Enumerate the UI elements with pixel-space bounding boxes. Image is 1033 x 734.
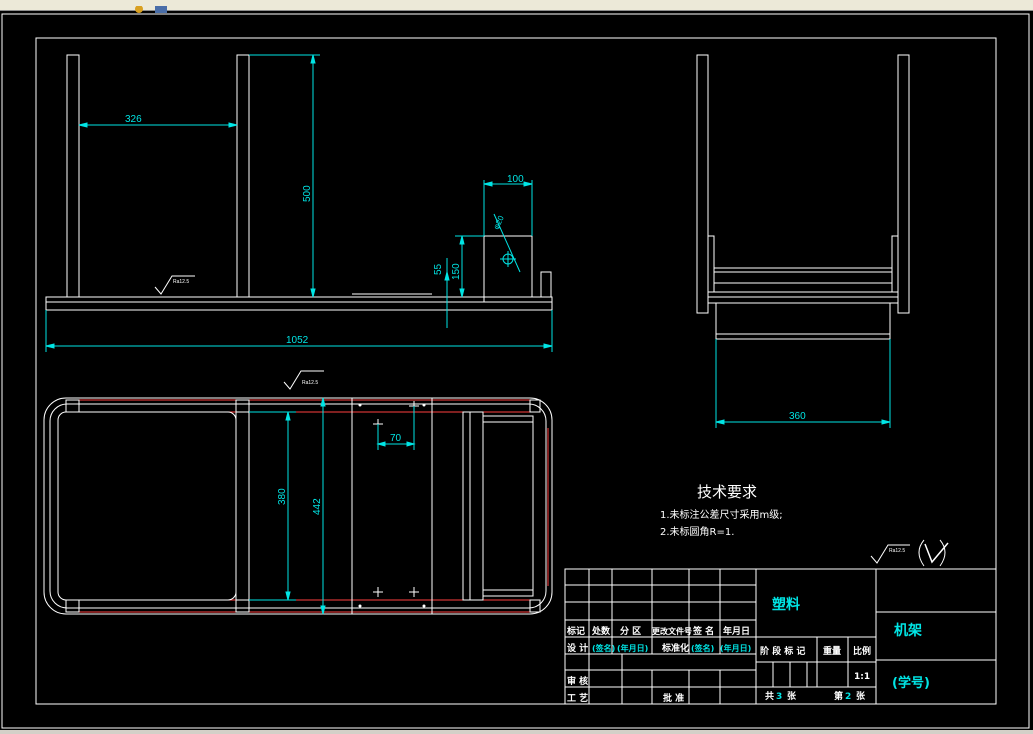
cell-pizhun: 批 准: [663, 692, 684, 704]
cell-scale: 1:1: [854, 672, 870, 682]
tech-line-1: 1.未标注公差尺寸采用m级;: [660, 508, 783, 521]
dim-326: 326: [125, 114, 142, 125]
cell-di: 第: [834, 690, 843, 702]
side-view: [696, 54, 910, 340]
toolbar-icon[interactable]: [130, 0, 148, 13]
tech-line-2: 2.未标圆角R=1.: [660, 526, 734, 538]
cell-zhongliang: 重量: [823, 645, 841, 657]
top-view: [43, 397, 553, 615]
drawing-frame: [35, 37, 997, 705]
cell-date1: (年月日): [617, 643, 648, 653]
front-view: [45, 54, 553, 311]
sheet-number: 2: [845, 692, 851, 702]
sheet-total: 3: [776, 692, 782, 702]
cad-window: 326 500 100 150 55 φ20 1052 380 442 70 3…: [0, 0, 1033, 734]
cell-jieduan: 阶 段 标 记: [760, 645, 805, 657]
roughness-label: Ra12.5: [173, 279, 189, 285]
dim-55: 55: [433, 263, 444, 275]
dim-100: 100: [507, 174, 524, 185]
cell-gong: 共: [765, 690, 774, 702]
part-name: 机架: [894, 622, 922, 639]
cell-bili: 比例: [853, 645, 871, 657]
cell-sheji: 设 计: [567, 642, 588, 654]
cell-qm2: (签名): [691, 643, 714, 653]
outer-border: [1, 13, 1030, 729]
cell-shenhe: 审 核: [567, 675, 588, 687]
dim-500: 500: [302, 185, 313, 202]
cell-date2: (年月日): [720, 643, 751, 653]
toolbar-icon[interactable]: [152, 0, 170, 13]
status-bar: [0, 730, 1033, 734]
dim-150: 150: [451, 263, 462, 280]
cell-qianming: 签 名: [692, 625, 714, 637]
tech-title: 技术要求: [697, 483, 757, 501]
cell-qm1: (签名): [592, 643, 615, 653]
dim-442: 442: [312, 498, 323, 515]
roughness-label: Ra12.5: [302, 380, 318, 386]
cell-date: 年月日: [723, 625, 750, 637]
cell-biaozhunhua: 标准化: [661, 642, 689, 654]
cell-gongyi: 工 艺: [567, 692, 588, 704]
cell-biaoji: 标记: [566, 625, 585, 637]
cell-wenjianhao: 更改文件号: [652, 626, 692, 636]
dim-diameter: φ20: [492, 214, 506, 231]
drawing-canvas[interactable]: 326 500 100 150 55 φ20 1052 380 442 70 3…: [0, 11, 1033, 730]
cell-chushu: 处数: [591, 625, 611, 637]
cell-fenqu: 分 区: [620, 625, 641, 637]
cell-zhang1: 张: [787, 690, 797, 702]
dim-380: 380: [277, 488, 288, 505]
dim-1052: 1052: [286, 335, 309, 346]
toolbar-strip: [0, 0, 1033, 13]
dim-70: 70: [390, 433, 402, 444]
roughness-label: Ra12.5: [889, 548, 905, 554]
dim-360: 360: [789, 411, 806, 422]
student-no: (学号): [892, 675, 930, 691]
cell-zhang2: 张: [856, 690, 866, 702]
material-label: 塑料: [772, 596, 800, 613]
